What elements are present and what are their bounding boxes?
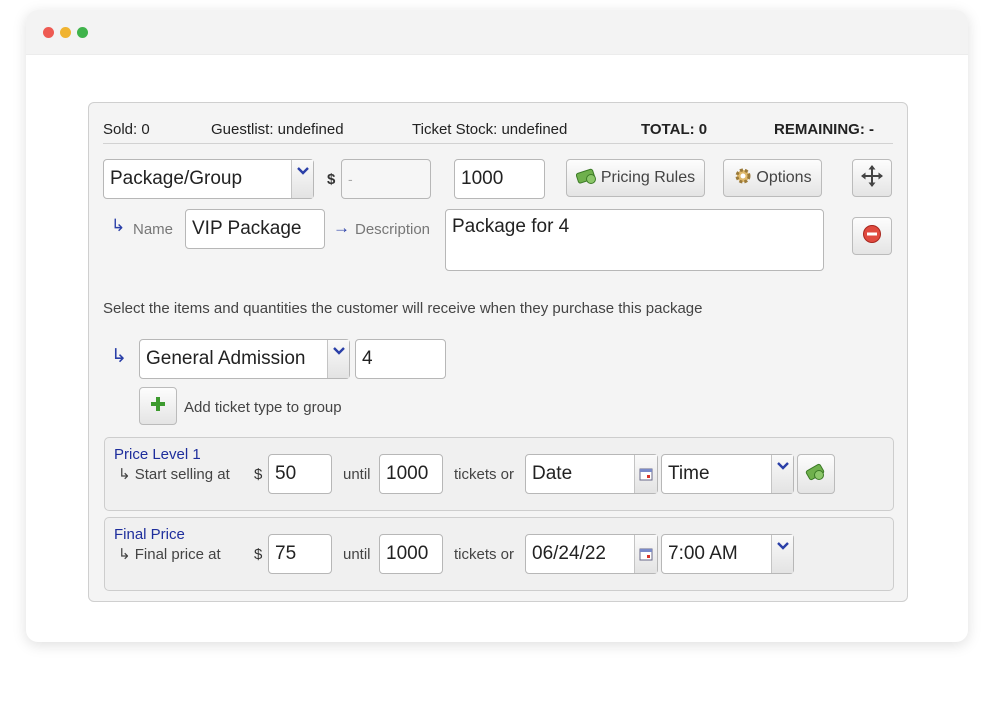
remove-icon xyxy=(862,224,882,249)
chevron-down-icon xyxy=(291,160,313,198)
add-ticket-type-label: Add ticket type to group xyxy=(184,399,342,416)
maximize-window-button[interactable] xyxy=(77,27,88,38)
package-name-input[interactable]: VIP Package xyxy=(185,209,325,249)
time-select[interactable]: Time xyxy=(661,454,794,494)
guestlist-count: Guestlist: undefined xyxy=(211,121,344,138)
tickets-or-label: tickets or xyxy=(454,466,515,483)
final-price-level: Final Price ↳ Final price at $ 75 until … xyxy=(104,517,894,591)
stats-divider xyxy=(103,143,893,144)
price-input[interactable]: 50 xyxy=(268,454,332,494)
date-value: 06/24/22 xyxy=(532,543,606,564)
chevron-down-icon xyxy=(327,340,349,378)
remaining-count: REMAINING: - xyxy=(774,121,874,138)
ticket-quantity-input[interactable]: 4 xyxy=(355,339,446,379)
date-value: Date xyxy=(532,463,573,484)
item-arrow-icon: ↳ xyxy=(111,346,127,367)
package-price-input[interactable]: - xyxy=(341,159,431,199)
description-label: Description xyxy=(355,221,431,238)
name-arrow-icon: ↳ xyxy=(111,216,126,235)
pricing-rules-label: Pricing Rules xyxy=(600,169,696,186)
until-label: until xyxy=(343,546,371,563)
ticket-type-select[interactable]: General Admission xyxy=(139,339,350,379)
options-button[interactable]: Options xyxy=(723,159,822,197)
time-value: Time xyxy=(668,463,710,484)
remove-package-button[interactable] xyxy=(852,217,892,255)
move-button[interactable] xyxy=(852,159,892,197)
package-editor-panel: Sold: 0 Guestlist: undefined Ticket Stoc… xyxy=(88,102,908,602)
gear-icon xyxy=(733,166,753,191)
start-selling-label: Start selling at xyxy=(134,466,230,483)
plus-icon xyxy=(150,396,166,417)
instructions-text: Select the items and quantities the cust… xyxy=(103,300,703,317)
money-icon xyxy=(575,167,598,190)
ticket-limit-input[interactable]: 1000 xyxy=(379,454,443,494)
ticket-stock: Ticket Stock: undefined xyxy=(412,121,568,138)
currency-symbol: $ xyxy=(254,546,263,563)
tickets-or-label: tickets or xyxy=(454,546,515,563)
chevron-down-icon xyxy=(771,455,793,493)
name-label: Name xyxy=(133,221,174,238)
title-bar xyxy=(26,10,968,55)
sold-count: Sold: 0 xyxy=(103,121,150,138)
pricing-rules-button[interactable]: Pricing Rules xyxy=(566,159,705,197)
price-level-title: Price Level 1 xyxy=(114,446,201,463)
total-count: TOTAL: 0 xyxy=(641,121,708,138)
price-level-1: Price Level 1 ↳ Start selling at $ 50 un… xyxy=(104,437,894,511)
ticket-type-value: General Admission xyxy=(146,348,306,369)
chevron-down-icon xyxy=(771,535,793,573)
date-input[interactable]: 06/24/22 xyxy=(525,534,658,574)
options-label: Options xyxy=(756,169,812,186)
time-value: 7:00 AM xyxy=(668,543,738,564)
final-price-label: Final price at xyxy=(134,546,221,563)
sub-arrow-icon: ↳ xyxy=(118,466,131,483)
calendar-icon xyxy=(634,535,657,573)
final-price-input[interactable]: 75 xyxy=(268,534,332,574)
package-type-select[interactable]: Package/Group xyxy=(103,159,314,199)
add-ticket-type-button[interactable] xyxy=(139,387,177,425)
description-arrow-icon: → xyxy=(333,218,350,237)
move-arrows-icon xyxy=(860,164,884,193)
price-rule-button[interactable] xyxy=(797,454,835,494)
package-quantity-input[interactable]: 1000 xyxy=(454,159,545,199)
sub-arrow-icon: ↳ xyxy=(118,546,131,563)
final-price-title: Final Price xyxy=(114,526,185,543)
minimize-window-button[interactable] xyxy=(60,27,71,38)
time-select[interactable]: 7:00 AM xyxy=(661,534,794,574)
money-icon xyxy=(805,463,827,486)
ticket-limit-input[interactable]: 1000 xyxy=(379,534,443,574)
calendar-icon xyxy=(634,455,657,493)
currency-symbol: $ xyxy=(254,466,263,483)
package-description-textarea[interactable]: Package for 4 xyxy=(445,209,824,271)
date-input[interactable]: Date xyxy=(525,454,658,494)
close-window-button[interactable] xyxy=(43,27,54,38)
package-type-value: Package/Group xyxy=(110,168,243,189)
currency-symbol: $ xyxy=(327,171,336,188)
until-label: until xyxy=(343,466,371,483)
